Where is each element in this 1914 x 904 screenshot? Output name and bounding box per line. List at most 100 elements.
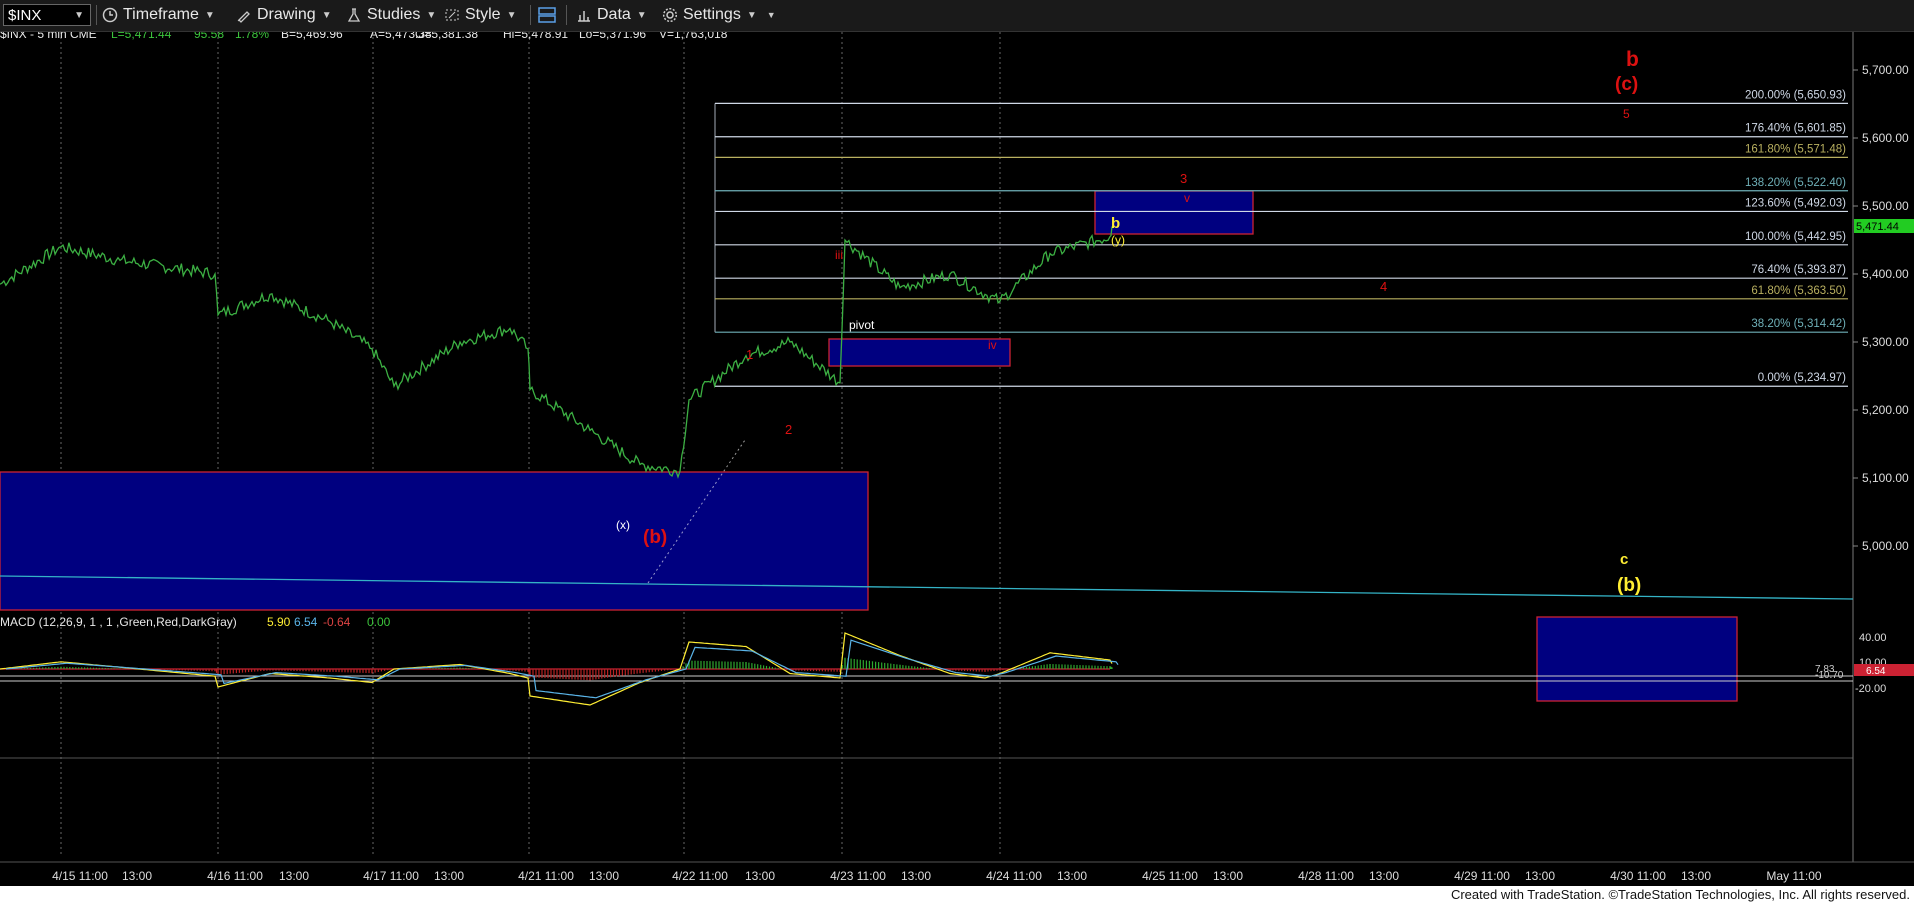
- macd-value-1: 5.90: [267, 615, 291, 629]
- wave-label-b-yellow: b: [1111, 215, 1120, 232]
- time-tick-label: 4/28 11:00: [1298, 869, 1354, 883]
- chevron-down-icon: ▼: [74, 10, 84, 21]
- day-gridlines: [60, 32, 1001, 854]
- macd-axis-neg20: -20.00: [1855, 683, 1886, 695]
- time-tick-label: 13:00: [434, 869, 464, 883]
- wave-label-x: (x): [616, 518, 630, 532]
- time-tick-label: 13:00: [901, 869, 931, 883]
- symbol-value: $INX: [8, 7, 42, 24]
- gear-icon: [662, 7, 678, 23]
- style-label: Style: [465, 6, 501, 23]
- price-tick-label: 5,200.00: [1862, 403, 1909, 417]
- macd-axis-40: 40.00: [1859, 632, 1887, 644]
- pivot-label: pivot: [849, 318, 875, 332]
- time-tick-label: 4/16 11:00: [207, 869, 263, 883]
- time-tick-label: 4/22 11:00: [672, 869, 728, 883]
- settings-label: Settings: [683, 6, 741, 23]
- wave-label-b-paren-red: (b): [643, 527, 667, 548]
- time-tick-label: 4/21 11:00: [518, 869, 574, 883]
- price-tick-label: 5,400.00: [1862, 267, 1909, 281]
- wave-label-iv: iv: [988, 338, 997, 352]
- price-tick-label: 5,600.00: [1862, 131, 1909, 145]
- wave-label-c-red: (c): [1615, 74, 1638, 95]
- fib-level-label: 161.80% (5,571.48): [1745, 143, 1846, 155]
- layout-icon: [538, 7, 556, 23]
- macd-label: MACD (12,26,9, 1 , 1 ,Green,Red,DarkGray…: [0, 615, 237, 629]
- pivot-zone: [828, 338, 1011, 367]
- macd-value-3: -0.64: [323, 615, 351, 629]
- settings-button[interactable]: Settings ▼ ▼: [662, 4, 776, 26]
- time-tick-label: 13:00: [745, 869, 775, 883]
- price-tick-label: 5,700.00: [1862, 63, 1909, 77]
- time-tick-label: 13:00: [122, 869, 152, 883]
- fib-level-label: 0.00% (5,234.97): [1758, 372, 1846, 384]
- fib-level-label: 61.80% (5,363.50): [1751, 285, 1846, 297]
- panel-divider: [0, 757, 1853, 759]
- fib-level-label: 138.20% (5,522.40): [1745, 177, 1846, 189]
- time-tick-label: 4/15 11:00: [52, 869, 108, 883]
- symbol-name: $INX - 5 min CME: [0, 32, 97, 41]
- separator: [530, 5, 531, 25]
- time-tick-label: 13:00: [1369, 869, 1399, 883]
- low-value: Lo=5,371.96: [579, 32, 646, 41]
- price-tick-label: 5,300.00: [1862, 335, 1909, 349]
- layout-button[interactable]: [537, 4, 562, 26]
- last-value: L=5,471.44: [111, 32, 172, 41]
- price-axis: 5,700.00 5,600.00 5,500.00 5,400.00 5,300.00…: [1853, 63, 1909, 553]
- fib-level-label: 176.40% (5,601.85): [1745, 123, 1846, 135]
- wave-label-4: 4: [1380, 279, 1387, 294]
- flask-icon: [347, 8, 361, 22]
- wave-label-1: 1: [746, 347, 753, 362]
- support-zone: [0, 471, 869, 611]
- bar-chart-icon: [578, 11, 590, 22]
- time-tick-label: 13:00: [1057, 869, 1087, 883]
- time-tick-label: 4/29 11:00: [1454, 869, 1510, 883]
- timeframe-button[interactable]: Timeframe ▼: [102, 4, 215, 26]
- wave-label-v: v: [1184, 191, 1190, 205]
- wave-label-b-paren-yellow: (b): [1617, 575, 1641, 596]
- change-pct: 1.78%: [235, 32, 269, 41]
- separator: [96, 5, 97, 25]
- time-tick-label: 4/17 11:00: [363, 869, 419, 883]
- quote-header: $INX - 5 min CME L=5,471.44 95.58 1.78% …: [0, 32, 728, 41]
- wave-label-5: 5: [1623, 107, 1630, 121]
- last-price-value: 5,471.44: [1856, 221, 1899, 233]
- studies-label: Studies: [367, 6, 421, 23]
- fib-level-label: 100.00% (5,442.95): [1745, 231, 1846, 243]
- price-tick-label: 5,500.00: [1862, 199, 1909, 213]
- copyright-text: Created with TradeStation. ©TradeStation…: [1450, 887, 1910, 902]
- time-tick-label: 13:00: [1681, 869, 1711, 883]
- studies-button[interactable]: Studies ▼: [346, 4, 436, 26]
- price-chart[interactable]: 5,700.00 5,600.00 5,500.00 5,400.00 5,300.00…: [0, 32, 1914, 886]
- time-tick-label: 4/30 11:00: [1610, 869, 1666, 883]
- wave-label-iii: iii: [835, 248, 843, 262]
- symbol-input[interactable]: $INX ▼: [3, 4, 91, 26]
- fib-level-label: 123.60% (5,492.03): [1745, 197, 1846, 209]
- time-tick-label: 13:00: [279, 869, 309, 883]
- time-tick-label: 4/23 11:00: [830, 869, 886, 883]
- time-tick-label: 13:00: [1525, 869, 1555, 883]
- pencil-icon: [237, 11, 250, 23]
- footer: Created with TradeStation. ©TradeStation…: [0, 886, 1914, 904]
- wave-label-c-yellow: c: [1620, 551, 1628, 568]
- toolbar: $INX ▼ Timeframe ▼ Drawing ▼ Studies ▼ Styl…: [0, 0, 1914, 32]
- fib-level-label: 200.00% (5,650.93): [1745, 89, 1846, 101]
- data-button[interactable]: Data ▼: [576, 4, 647, 26]
- time-tick-label: 13:00: [1213, 869, 1243, 883]
- bid-value: B=5,469.96: [281, 32, 343, 41]
- fib-level-label: 76.40% (5,393.87): [1751, 264, 1846, 276]
- drawing-button[interactable]: Drawing ▼: [236, 4, 332, 26]
- target-zone-c: [1536, 616, 1738, 702]
- volume-value: V=1,763,018: [659, 32, 728, 41]
- high-value: Hi=5,478.91: [503, 32, 568, 41]
- wave-label-y: (y): [1111, 233, 1125, 247]
- time-axis: 4/15 11:00 13:00 4/16 11:00 13:00 4/17 11:00…: [52, 869, 1822, 883]
- price-tick-label: 5,000.00: [1862, 539, 1909, 553]
- time-tick-label: 4/24 11:00: [986, 869, 1042, 883]
- time-tick-label: May 11:00: [1766, 869, 1821, 883]
- style-button[interactable]: Style ▼: [444, 4, 516, 26]
- change-value: 95.58: [194, 32, 224, 41]
- time-tick-label: 4/25 11:00: [1142, 869, 1198, 883]
- macd-value-2: 6.54: [294, 615, 318, 629]
- fib-level-label: 38.20% (5,314.42): [1751, 318, 1846, 330]
